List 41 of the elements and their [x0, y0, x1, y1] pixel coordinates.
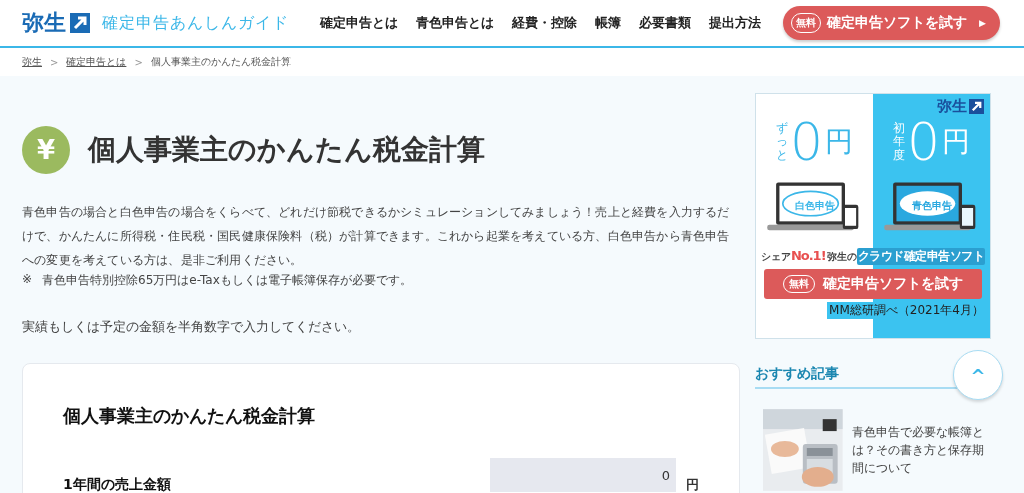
- ad-logo: 弥生: [937, 97, 967, 116]
- calculator-title: 個人事業主のかんたん税金計算: [63, 404, 316, 428]
- ad-tagline: クラウド確定申告ソフト: [856, 248, 986, 265]
- amount-input[interactable]: 0: [490, 458, 676, 492]
- ad-unit: 円: [942, 124, 971, 160]
- arrow-logo-icon: [70, 13, 90, 33]
- screen-label: 青色申告: [911, 199, 952, 213]
- instruction-text: 実績もしくは予定の金額を半角数字で入力してください。: [22, 319, 361, 336]
- article-link[interactable]: 青色申告で必要な帳簿とは？その書き方と保存期間について: [851, 423, 991, 491]
- page-title: 個人事業主のかんたん税金計算: [88, 132, 485, 168]
- try-software-button[interactable]: 無料 確定申告ソフトを試す ▶: [783, 6, 1000, 40]
- yen-icon: ¥: [22, 126, 70, 174]
- logo[interactable]: 弥生: [22, 8, 66, 38]
- current-page-text: 個人事業主のかんたん税金計算: [150, 55, 291, 69]
- nav-link[interactable]: 帳簿: [595, 14, 622, 32]
- ad-tagline-highlight: No.1!: [790, 248, 826, 263]
- arrow-logo-icon: [969, 99, 984, 114]
- nav-link[interactable]: 青色申告とは: [416, 14, 495, 32]
- breadcrumb-link[interactable]: 弥生: [22, 55, 42, 69]
- nav-link[interactable]: 経費・控除: [512, 14, 578, 32]
- intro-paragraph: 青色申告の場合と白色申告の場合をくらべて、どれだけ節税できるかシミュレーションしてみましょう！売上と経費を入力するだけで、かんたんに所得税・住民税・国民健康保険料（税）が計算できます。これから起業を考えている方、白色申告から青色申告への変更を考えている方は、是非ご利用ください。: [22, 204, 731, 269]
- ad-tagline: シェア: [760, 250, 791, 264]
- breadcrumb-link[interactable]: 確定申告とは: [66, 55, 127, 69]
- nav-link[interactable]: 必要書類: [639, 14, 692, 32]
- ad-tagline: 弥生の: [826, 250, 857, 264]
- ad-prefix: 初年度: [892, 122, 905, 162]
- field-label: 1年間の売上金額: [63, 476, 172, 493]
- ad-unit: 円: [825, 124, 854, 160]
- nav-link[interactable]: 確定申告とは: [320, 14, 399, 32]
- nav-link[interactable]: 提出方法: [709, 14, 762, 32]
- screen-label: 白色申告: [794, 199, 835, 213]
- ad-try-button[interactable]: 無料 確定申告ソフトを試す: [764, 269, 982, 299]
- breadcrumb-separator: >: [134, 56, 143, 68]
- ad-amount: 0: [906, 116, 941, 168]
- section-heading: おすすめ記事: [755, 365, 839, 383]
- note-mark: ※: [22, 272, 33, 288]
- ad-amount: 0: [789, 116, 824, 168]
- breadcrumb-separator: >: [50, 56, 59, 68]
- note-text: 青色申告特別控除65万円はe-Taxもしくは電子帳簿保存が必要です。: [42, 272, 412, 289]
- unit-label: 円: [686, 476, 699, 493]
- ad-prefix: ずっと: [775, 122, 788, 162]
